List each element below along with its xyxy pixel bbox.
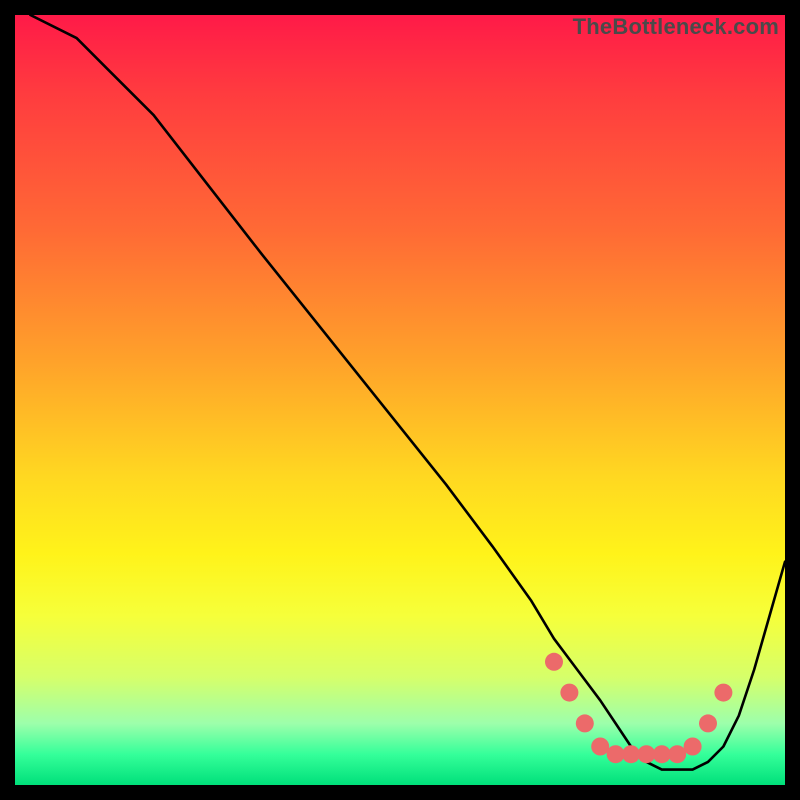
marker-layer	[545, 653, 732, 763]
marker-dot	[545, 653, 563, 671]
plot-area: TheBottleneck.com	[15, 15, 785, 785]
marker-dot	[622, 745, 640, 763]
chart-svg	[15, 15, 785, 785]
bottleneck-curve	[30, 15, 785, 770]
marker-dot	[653, 745, 671, 763]
marker-dot	[699, 714, 717, 732]
marker-dot	[668, 745, 686, 763]
marker-dot	[591, 738, 609, 756]
marker-dot	[637, 745, 655, 763]
marker-dot	[684, 738, 702, 756]
marker-dot	[576, 714, 594, 732]
marker-dot	[607, 745, 625, 763]
marker-dot	[714, 684, 732, 702]
curve-layer	[30, 15, 785, 770]
marker-dot	[560, 684, 578, 702]
chart-frame: TheBottleneck.com	[0, 0, 800, 800]
